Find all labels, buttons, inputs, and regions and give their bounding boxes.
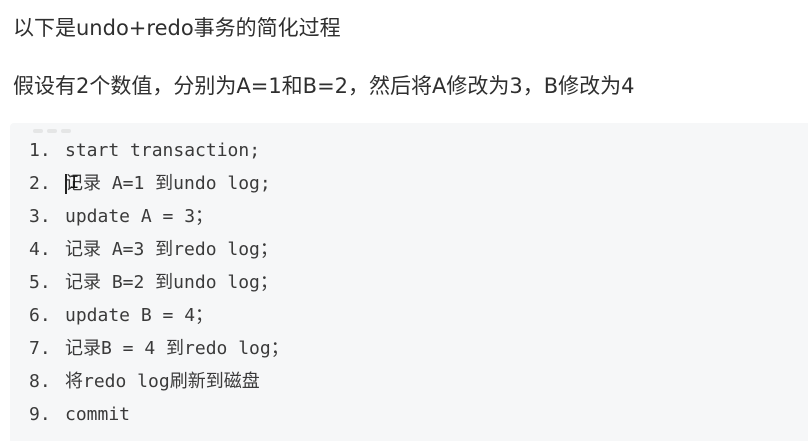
code-block[interactable]: 1. start transaction; 2. 记录 A=1 到undo lo… xyxy=(10,123,808,441)
intro-paragraph: 以下是undo+redo事务的简化过程 xyxy=(13,16,341,40)
assumption-paragraph: 假设有2个数值，分别为A=1和B=2，然后将A修改为3，B修改为4 xyxy=(13,74,635,98)
code-line-1: 1. start transaction; xyxy=(10,134,289,167)
line-number: 6. xyxy=(29,305,51,326)
code-line-8: 8. 将redo log刷新到磁盘 xyxy=(10,365,289,398)
code-line-5: 5. 记录 B=2 到undo log； xyxy=(10,266,289,299)
code-text: 记录B = 4 到redo log； xyxy=(65,338,289,359)
code-text: update A = 3； xyxy=(65,206,214,227)
code-line-4: 4. 记录 A=3 到redo log； xyxy=(10,233,289,266)
code-line-6: 6. update B = 4； xyxy=(10,299,289,332)
line-number: 2. xyxy=(29,173,51,194)
code-text: 记录 B=2 到undo log； xyxy=(65,272,278,293)
line-number: 1. xyxy=(29,140,51,161)
code-text: commit xyxy=(65,404,131,425)
code-line-3: 3. update A = 3； xyxy=(10,200,289,233)
code-text: update B = 4； xyxy=(65,305,214,326)
code-line-2: 2. 记录 A=1 到undo log; I xyxy=(10,167,289,200)
line-number: 3. xyxy=(29,206,51,227)
line-number: 8. xyxy=(29,371,51,392)
code-line-9: 9. commit xyxy=(10,398,289,431)
text-cursor xyxy=(65,174,67,194)
code-text: 将redo log刷新到磁盘 xyxy=(65,371,260,392)
code-text: 记录 A=3 到redo log； xyxy=(65,239,278,260)
code-text-wrap[interactable]: 记录 A=1 到undo log; I xyxy=(65,167,271,200)
line-number: 5. xyxy=(29,272,51,293)
line-number: 9. xyxy=(29,404,51,425)
code-text: start transaction; xyxy=(65,140,261,161)
line-number: 7. xyxy=(29,338,51,359)
code-line-list: 1. start transaction; 2. 记录 A=1 到undo lo… xyxy=(10,134,289,431)
code-line-7: 7. 记录B = 4 到redo log； xyxy=(10,332,289,365)
code-text[interactable]: 记录 A=1 到undo log; xyxy=(65,173,271,194)
line-number: 4. xyxy=(29,239,51,260)
ibeam-cursor-icon: I xyxy=(69,173,80,193)
